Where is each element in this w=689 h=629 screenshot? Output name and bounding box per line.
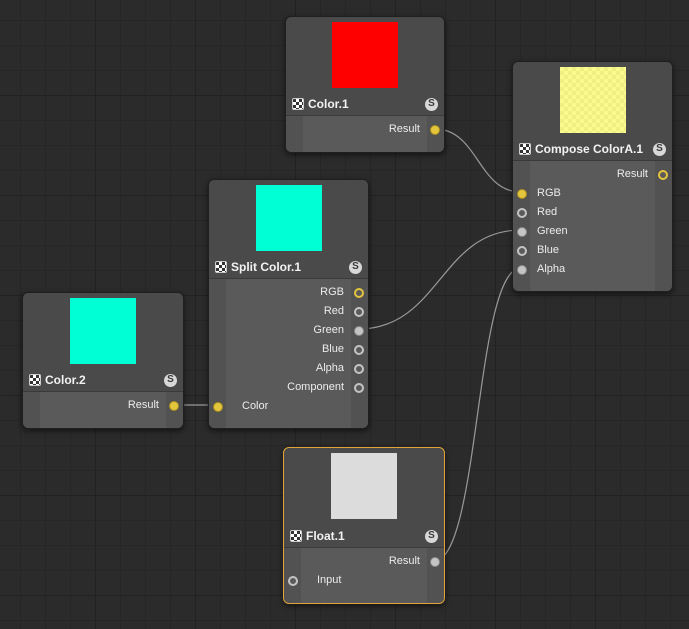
output-port-dot[interactable]	[430, 557, 440, 567]
port-label: Input	[317, 574, 342, 586]
node-header[interactable]: Float.1 S	[284, 526, 444, 546]
output-port-result: Result	[286, 121, 444, 140]
port-label: Red	[323, 305, 344, 317]
port-label: Result	[127, 399, 159, 411]
input-port-green: Green	[513, 223, 672, 242]
port-label: Green	[313, 324, 344, 336]
output-port-result: Result	[284, 553, 444, 572]
port-label: RGB	[537, 187, 561, 199]
input-port-blue: Blue	[513, 242, 672, 261]
float-preview-swatch	[331, 453, 397, 519]
input-port-dot[interactable]	[517, 227, 527, 237]
output-port-result: Result	[23, 397, 183, 416]
output-port-dot[interactable]	[354, 383, 364, 393]
output-port-dot[interactable]	[169, 401, 179, 411]
color-preview-swatch	[70, 298, 136, 364]
node-header[interactable]: Color.1 S	[286, 94, 444, 114]
solo-icon[interactable]: S	[349, 260, 362, 274]
checker-icon	[292, 98, 304, 110]
port-label: Result	[616, 168, 648, 180]
node-ports-panel: Result	[286, 115, 444, 152]
input-port-dot[interactable]	[517, 246, 527, 256]
output-port-alpha: Alpha	[209, 360, 368, 379]
input-port-dot[interactable]	[213, 402, 223, 412]
input-port-red: Red	[513, 204, 672, 223]
output-port-result: Result	[513, 166, 672, 185]
node-title: Color.1	[308, 97, 349, 111]
port-label: Blue	[537, 244, 560, 256]
input-port-alpha: Alpha	[513, 261, 672, 280]
port-label: Result	[388, 123, 420, 135]
port-label: Color	[242, 400, 269, 412]
checker-icon	[290, 530, 302, 542]
output-port-dot[interactable]	[354, 345, 364, 355]
node-ports-panel: Result	[23, 391, 183, 428]
output-port-rgb: RGB	[209, 284, 368, 303]
checker-icon	[215, 261, 227, 273]
node-title: Split Color.1	[231, 260, 302, 274]
port-label: Alpha	[537, 263, 566, 275]
solo-icon[interactable]: S	[653, 142, 666, 156]
node-color-2[interactable]: Color.2 S Result	[22, 292, 184, 429]
node-header[interactable]: Color.2 S	[23, 370, 183, 390]
output-port-dot[interactable]	[430, 125, 440, 135]
node-color-1[interactable]: Color.1 S Result	[285, 16, 445, 153]
node-header[interactable]: Split Color.1 S	[209, 257, 368, 277]
output-port-component: Component	[209, 379, 368, 398]
input-port-dot[interactable]	[517, 189, 527, 199]
input-port-dot[interactable]	[517, 265, 527, 275]
output-port-blue: Blue	[209, 341, 368, 360]
port-label: Alpha	[315, 362, 344, 374]
color-preview-swatch	[255, 185, 322, 251]
output-port-dot[interactable]	[354, 326, 364, 336]
node-title: Compose ColorA.1	[535, 142, 644, 156]
output-port-dot[interactable]	[658, 170, 668, 180]
color-preview-swatch	[559, 67, 626, 133]
solo-icon[interactable]: S	[425, 97, 438, 111]
port-label: Component	[287, 381, 344, 393]
wire-split-green-to-compose-green[interactable]	[357, 229, 522, 330]
node-compose-color-a-1[interactable]: Compose ColorA.1 S Result RGB Red Green …	[512, 61, 673, 292]
port-label: RGB	[320, 286, 344, 298]
node-float-1[interactable]: Float.1 S Result Input	[283, 447, 445, 604]
node-ports-panel: Result RGB Red Green Blue Alpha	[513, 160, 672, 291]
wire-color1-to-compose-rgb[interactable]	[434, 128, 522, 193]
node-ports-panel: Result Input	[284, 547, 444, 603]
output-port-dot[interactable]	[354, 288, 364, 298]
input-port-dot[interactable]	[517, 208, 527, 218]
color-preview-swatch	[332, 22, 398, 88]
input-port-input: Input	[284, 572, 444, 591]
checker-icon	[29, 374, 41, 386]
output-port-dot[interactable]	[354, 364, 364, 374]
input-port-rgb: RGB	[513, 185, 672, 204]
output-port-red: Red	[209, 303, 368, 322]
port-label: Blue	[321, 343, 344, 355]
checker-icon	[519, 143, 531, 155]
node-header[interactable]: Compose ColorA.1 S	[513, 139, 672, 159]
input-port-dot[interactable]	[288, 576, 298, 586]
node-title: Color.2	[45, 373, 86, 387]
node-ports-panel: RGB Red Green Blue Alpha Component Color	[209, 278, 368, 428]
output-port-green: Green	[209, 322, 368, 341]
solo-icon[interactable]: S	[164, 373, 177, 387]
port-label: Green	[537, 225, 568, 237]
port-label: Result	[388, 555, 420, 567]
wire-float-to-compose-alpha[interactable]	[433, 267, 522, 562]
output-port-dot[interactable]	[354, 307, 364, 317]
node-split-color-1[interactable]: Split Color.1 S RGB Red Green Blue Alpha…	[208, 179, 369, 429]
input-port-color: Color	[209, 398, 368, 417]
node-title: Float.1	[306, 529, 345, 543]
solo-icon[interactable]: S	[425, 529, 438, 543]
port-label: Red	[537, 206, 558, 218]
